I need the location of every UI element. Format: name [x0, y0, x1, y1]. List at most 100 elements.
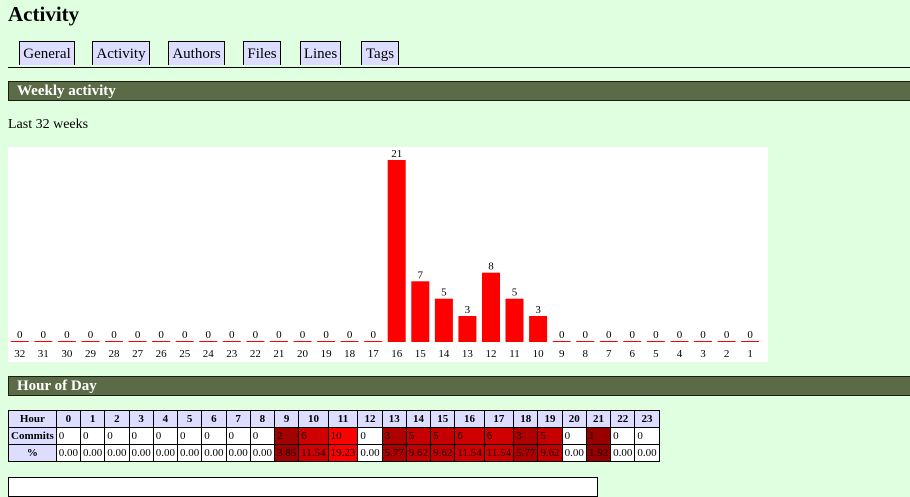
percent-cell: 0.00 [55, 444, 82, 462]
hour-header-cell: 3 [128, 410, 154, 428]
weekly-category-label: 23 [226, 348, 238, 360]
tab-tags[interactable]: Tags [361, 41, 399, 65]
weekly-bar-value-label: 0 [323, 329, 329, 341]
weekly-bar-value-label: 0 [653, 329, 659, 341]
weekly-category-label: 1 [747, 348, 753, 360]
weekly-bar-value-label: 0 [111, 329, 117, 341]
commits-cell: 0 [634, 427, 660, 445]
weekly-bar-value-label: 0 [559, 329, 565, 341]
weekly-category-label: 8 [582, 348, 588, 360]
weekly-category-label: 3 [700, 348, 706, 360]
weekly-category-label: 5 [653, 348, 659, 360]
percent-cell: 0.00 [249, 444, 276, 462]
weekly-bar [482, 272, 500, 342]
weekly-bar-value-label: 0 [347, 329, 353, 341]
weekly-bar-value-label: 0 [135, 329, 141, 341]
commits-cell: 6 [454, 427, 485, 445]
percent-cell: 0.00 [80, 444, 106, 462]
commits-row-label: Commits [8, 427, 57, 445]
percent-cell: 1.92 [585, 444, 612, 462]
percent-cell: 0.00 [634, 444, 660, 462]
hour-header-cell: 16 [454, 410, 485, 428]
weekly-bar [623, 341, 642, 342]
weekly-bar [364, 341, 383, 342]
commits-cell: 0 [610, 427, 636, 445]
hour-header-cell: 0 [55, 410, 82, 428]
page-title: Activity [8, 2, 80, 26]
commits-cell: 0 [357, 427, 383, 445]
hour-header-cell: 17 [483, 410, 515, 428]
tab-lines[interactable]: Lines [300, 41, 341, 65]
percent-cell: 0.00 [357, 444, 383, 462]
weekly-category-label: 26 [156, 348, 168, 360]
commits-cell: 10 [327, 427, 359, 445]
weekly-bar-value-label: 0 [41, 329, 47, 341]
hour-header-cell: 14 [405, 410, 432, 428]
weekly-category-label: 30 [61, 348, 73, 360]
commits-cell: 0 [177, 427, 203, 445]
weekly-bar-value-label: 0 [276, 329, 282, 341]
weekly-bar-value-label: 21 [391, 148, 402, 160]
weekly-bar [269, 341, 288, 342]
percent-cell: 0.00 [128, 444, 154, 462]
weekly-activity-svg: 0320310300290280270260250240230220210200… [10, 148, 760, 360]
hour-header-cell: 9 [274, 410, 300, 428]
weekly-category-label: 22 [250, 348, 261, 360]
weekly-bar [411, 281, 430, 342]
tab-authors[interactable]: Authors [168, 41, 225, 65]
weekly-category-label: 31 [38, 348, 49, 360]
weekly-bar [246, 341, 265, 342]
weekly-category-label: 18 [344, 348, 356, 360]
weekly-activity-chart: 0 32 0 31 0 30 0 29 0 28 0 27 0 26 0 25 0 24 0 23 0 22 0 21 0 20 0… [8, 147, 768, 362]
weekly-bar [387, 160, 406, 342]
weekly-category-label: 10 [533, 348, 545, 360]
hour-header-cell: 20 [561, 410, 587, 428]
percent-cell: 19.23 [327, 444, 359, 462]
percent-cell: 0.00 [610, 444, 636, 462]
weekly-category-label: 7 [606, 348, 612, 360]
weekly-bar [105, 341, 123, 342]
hour-header-cell: 11 [327, 410, 359, 428]
weekly-category-label: 24 [203, 348, 215, 360]
weekly-category-label: 29 [85, 348, 97, 360]
percent-cell: 3.85 [274, 444, 300, 462]
commits-cell: 3 [513, 427, 539, 445]
weekly-category-label: 9 [559, 348, 565, 360]
weekly-bar-value-label: 0 [630, 329, 636, 341]
commits-cell: 3 [381, 427, 407, 445]
percent-row-label: % [8, 444, 57, 462]
weekly-bar [741, 341, 760, 342]
weekly-activity-header: Weekly activity [8, 81, 910, 101]
weekly-bar [717, 341, 736, 342]
hour-row-label: Hour [8, 410, 57, 428]
percent-cell: 9.62 [405, 444, 432, 462]
commits-cell: 0 [201, 427, 227, 445]
commits-cell: 0 [80, 427, 106, 445]
hour-header-cell: 19 [537, 410, 563, 428]
hour-of-day-header: Hour of Day [8, 376, 910, 396]
commits-cell: 0 [104, 427, 130, 445]
hour-header-cell: 7 [225, 410, 251, 428]
tab-activity[interactable]: Activity [92, 41, 150, 65]
weekly-bar [529, 316, 548, 342]
weekly-bar [694, 341, 712, 342]
weekly-category-label: 20 [297, 348, 309, 360]
tab-files[interactable]: Files [243, 41, 281, 65]
weekly-bar-value-label: 0 [229, 329, 235, 341]
weekly-category-label: 4 [677, 348, 683, 360]
weekly-bar [434, 298, 453, 342]
hour-header-cell: 10 [298, 410, 329, 428]
weekly-bar [576, 341, 595, 342]
weekly-bar-value-label: 0 [370, 329, 376, 341]
percent-cell: 9.62 [537, 444, 563, 462]
weekly-bar-value-label: 5 [512, 287, 518, 299]
hour-row: Hour 0 1 2 3 4 5 6 7 8 9 10 11 12 13 14 15 16 17 18 19 20 21 2… [8, 410, 660, 428]
hour-header-cell: 2 [104, 410, 130, 428]
weekly-category-label: 11 [509, 348, 520, 360]
tab-general[interactable]: General [19, 41, 75, 65]
weekly-bar [199, 341, 218, 342]
weekly-bar [81, 341, 100, 342]
weekly-bar-value-label: 0 [64, 329, 70, 341]
weekly-category-label: 2 [724, 348, 730, 360]
weekly-bar [128, 341, 147, 342]
